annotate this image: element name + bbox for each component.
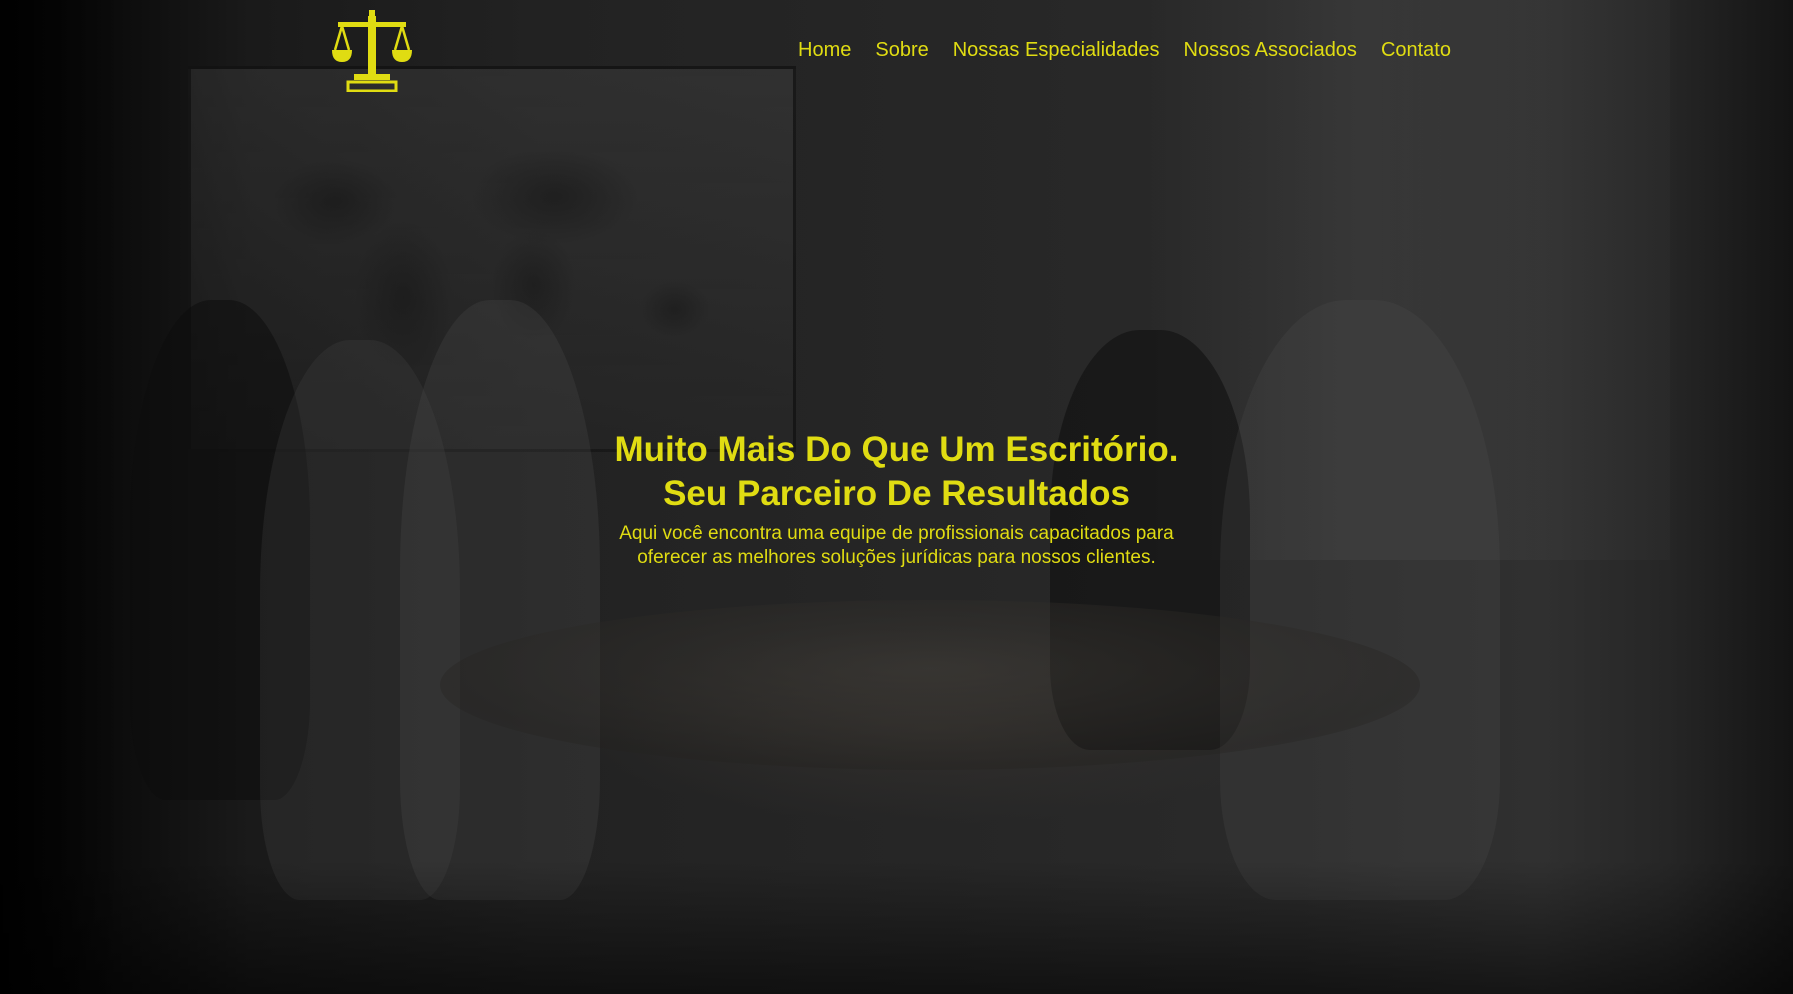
hero-title: Muito Mais Do Que Um Escritório. Seu Par… bbox=[0, 428, 1793, 516]
background-world-map bbox=[188, 66, 796, 452]
hero-subtitle-line: oferecer as melhores soluções jurídicas … bbox=[637, 547, 1156, 568]
background-floor-shade bbox=[0, 860, 1793, 994]
background-person bbox=[260, 340, 460, 900]
background-meeting-table bbox=[440, 600, 1420, 770]
background-person bbox=[1220, 300, 1500, 900]
hero-section: Home Sobre Nossas Especialidades Nossos … bbox=[0, 0, 1793, 994]
scales-of-justice-icon[interactable] bbox=[332, 10, 412, 93]
background-person bbox=[400, 300, 600, 900]
nav-link-associados[interactable]: Nossos Associados bbox=[1184, 38, 1357, 62]
hero-subtitle: Aqui você encontra uma equipe de profiss… bbox=[0, 522, 1793, 570]
hero-subtitle-line: Aqui você encontra uma equipe de profiss… bbox=[619, 523, 1174, 544]
main-nav: Home Sobre Nossas Especialidades Nossos … bbox=[774, 38, 1451, 62]
nav-link-sobre[interactable]: Sobre bbox=[875, 38, 928, 62]
hero-content: Muito Mais Do Que Um Escritório. Seu Par… bbox=[0, 428, 1793, 570]
nav-link-especialidades[interactable]: Nossas Especialidades bbox=[953, 38, 1160, 62]
site-header: Home Sobre Nossas Especialidades Nossos … bbox=[0, 0, 1793, 100]
hero-title-line: Seu Parceiro De Resultados bbox=[663, 474, 1130, 513]
nav-link-home[interactable]: Home bbox=[798, 38, 851, 62]
nav-link-contato[interactable]: Contato bbox=[1381, 38, 1451, 62]
hero-title-line: Muito Mais Do Que Um Escritório. bbox=[614, 430, 1179, 469]
